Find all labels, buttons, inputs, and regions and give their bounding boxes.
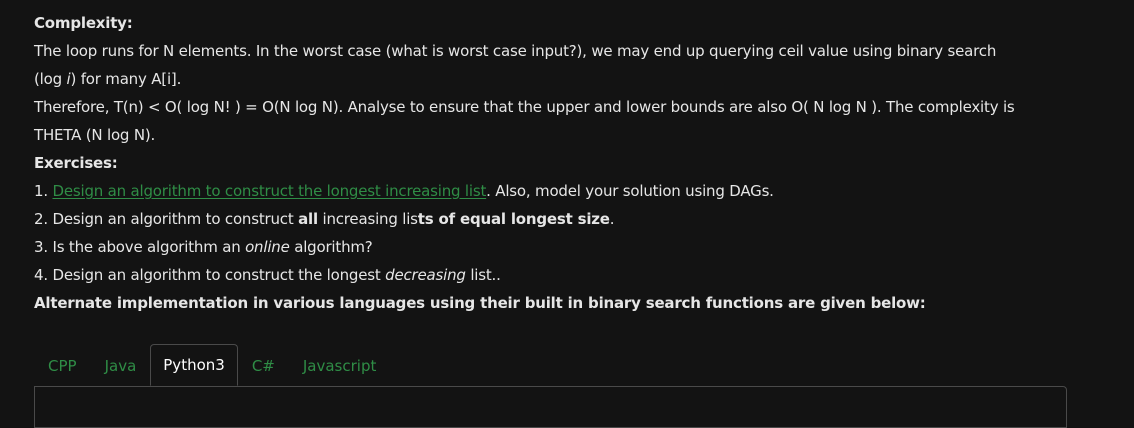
text-segment: increasing lis (317, 210, 418, 228)
complexity-paragraph-line-3: Therefore, T(n) < O( log N! ) = O(N log … (34, 98, 1015, 116)
exercise-1: 1. Design an algorithm to construct the … (34, 177, 1114, 205)
bold-equal-longest: ts of equal longest size (417, 210, 610, 228)
complexity-paragraph-line-4: THETA (N log N). (34, 126, 156, 144)
tab-cpp[interactable]: CPP (34, 346, 91, 386)
text-segment: . (609, 210, 615, 228)
italic-online: online (245, 238, 290, 256)
tab-javascript[interactable]: Javascript (289, 346, 390, 386)
exercises-heading: Exercises: (34, 154, 118, 172)
text-segment: 4. Design an algorithm to construct the … (34, 266, 386, 284)
exercise-2: 2. Design an algorithm to construct all … (34, 205, 1114, 233)
text-segment: ) for many A[i]. (70, 70, 182, 88)
exercise-number: 1. (34, 182, 53, 200)
tab-python3[interactable]: Python3 (150, 344, 238, 386)
complexity-heading: Complexity: (34, 14, 133, 32)
text-segment: 2. Design an algorithm to construct (34, 210, 299, 228)
text-segment: list.. (465, 266, 501, 284)
article-content: Complexity: The loop runs for N elements… (34, 9, 1114, 317)
text-segment: (log (34, 70, 67, 88)
tab-csharp[interactable]: C# (238, 346, 289, 386)
text-segment: . Also, model your solution using DAGs. (486, 182, 774, 200)
bold-all: all (298, 210, 318, 228)
italic-decreasing: decreasing (385, 266, 466, 284)
text-segment: algorithm? (289, 238, 373, 256)
code-panel (34, 386, 1067, 428)
exercise-4: 4. Design an algorithm to construct the … (34, 261, 1114, 289)
alternate-implementation-heading: Alternate implementation in various lang… (34, 294, 926, 312)
exercise-3: 3. Is the above algorithm an online algo… (34, 233, 1114, 261)
complexity-paragraph-line-1: The loop runs for N elements. In the wor… (34, 42, 997, 60)
lis-article-link[interactable]: Design an algorithm to construct the lon… (52, 182, 486, 200)
text-segment: 3. Is the above algorithm an (34, 238, 246, 256)
complexity-paragraph-line-2: (log i) for many A[i]. (34, 65, 1114, 93)
tab-java[interactable]: Java (91, 346, 151, 386)
language-tabs: CPP Java Python3 C# Javascript (34, 344, 390, 386)
